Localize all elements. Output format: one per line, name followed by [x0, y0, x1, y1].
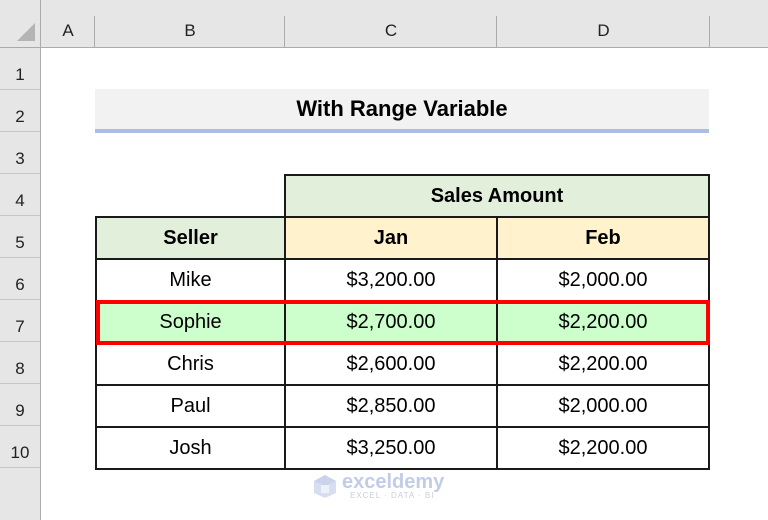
cell-text: Josh — [169, 436, 212, 459]
group-header-sales-amount[interactable]: Sales Amount — [284, 174, 710, 218]
cell-text: $3,200.00 — [346, 268, 436, 291]
cell-text: $2,200.00 — [558, 436, 648, 459]
row-label: 4 — [15, 191, 25, 210]
watermark-tagline: EXCEL · DATA · BI — [350, 491, 435, 500]
row-label: 1 — [15, 65, 25, 84]
row-header-7[interactable]: 7 — [0, 300, 41, 342]
row-header-5[interactable]: 5 — [0, 216, 41, 258]
cell-seller[interactable]: Mike — [95, 258, 286, 302]
cell-text: Chris — [167, 352, 214, 375]
cell-text: Feb — [585, 226, 621, 249]
row-header-8[interactable]: 8 — [0, 342, 41, 384]
cell-jan[interactable]: $2,600.00 — [284, 342, 498, 386]
cell-jan[interactable]: $3,200.00 — [284, 258, 498, 302]
row-label: 2 — [15, 107, 25, 126]
column-label: B — [184, 21, 196, 40]
row-label: 7 — [15, 317, 25, 336]
column-label: D — [597, 21, 610, 40]
row-label: 9 — [15, 401, 25, 420]
row-header-3[interactable]: 3 — [0, 132, 41, 174]
row-header-9[interactable]: 9 — [0, 384, 41, 426]
cell-text: $2,850.00 — [346, 394, 436, 417]
cell-text: Seller — [163, 226, 218, 249]
row-label: 6 — [15, 275, 25, 294]
cell-seller[interactable]: Sophie — [95, 300, 286, 344]
sheet-title[interactable]: With Range Variable — [95, 89, 709, 133]
sheet-title-text: With Range Variable — [296, 96, 508, 121]
row-label: 8 — [15, 359, 25, 378]
cell-feb[interactable]: $2,000.00 — [496, 258, 710, 302]
header-seller[interactable]: Seller — [95, 216, 286, 260]
cell-text: Mike — [169, 268, 212, 291]
row-header-10[interactable]: 10 — [0, 426, 41, 468]
cell-feb[interactable]: $2,200.00 — [496, 426, 710, 470]
column-header-c[interactable]: C — [285, 0, 497, 48]
cell-jan[interactable]: $2,850.00 — [284, 384, 498, 428]
column-label: A — [62, 21, 74, 40]
cell-feb[interactable]: $2,000.00 — [496, 384, 710, 428]
select-all-triangle-icon — [17, 23, 35, 41]
cell-text: $2,200.00 — [558, 352, 648, 375]
column-header-a[interactable]: A — [41, 0, 95, 48]
cell-seller[interactable]: Chris — [95, 342, 286, 386]
cell-text: $3,250.00 — [346, 436, 436, 459]
column-header-d[interactable]: D — [497, 0, 710, 48]
watermark: exceldemy EXCEL · DATA · BI — [312, 472, 444, 500]
row-header-11[interactable] — [0, 468, 41, 520]
header-jan[interactable]: Jan — [284, 216, 498, 260]
row-header-4[interactable]: 4 — [0, 174, 41, 216]
row-header-6[interactable]: 6 — [0, 258, 41, 300]
cell-text: Sophie — [159, 310, 222, 333]
cell-text: $2,700.00 — [346, 310, 436, 333]
column-label: C — [384, 21, 398, 40]
row-label: 3 — [15, 149, 25, 168]
column-header-e[interactable] — [710, 0, 768, 48]
cell-text: $2,000.00 — [558, 268, 648, 291]
cell-jan[interactable]: $3,250.00 — [284, 426, 498, 470]
cell-text: Sales Amount — [430, 184, 564, 207]
watermark-brand: exceldemy — [342, 471, 445, 493]
cell-feb[interactable]: $2,200.00 — [496, 342, 710, 386]
row-header-1[interactable]: 1 — [0, 48, 41, 90]
row-label: 10 — [10, 443, 30, 462]
cell-text: Paul — [170, 394, 211, 417]
cell-seller[interactable]: Josh — [95, 426, 286, 470]
exceldemy-logo-icon — [314, 475, 336, 498]
cell-text: Jan — [373, 226, 409, 249]
cell-seller[interactable]: Paul — [95, 384, 286, 428]
row-label: 5 — [15, 233, 25, 252]
header-feb[interactable]: Feb — [496, 216, 710, 260]
cell-text: $2,600.00 — [346, 352, 436, 375]
select-all-corner[interactable] — [0, 0, 41, 48]
cell-text: $2,000.00 — [558, 394, 648, 417]
cell-feb[interactable]: $2,200.00 — [496, 300, 710, 344]
cell-jan[interactable]: $2,700.00 — [284, 300, 498, 344]
column-header-b[interactable]: B — [95, 0, 285, 48]
cell-text: $2,200.00 — [558, 310, 648, 333]
row-header-2[interactable]: 2 — [0, 90, 41, 132]
